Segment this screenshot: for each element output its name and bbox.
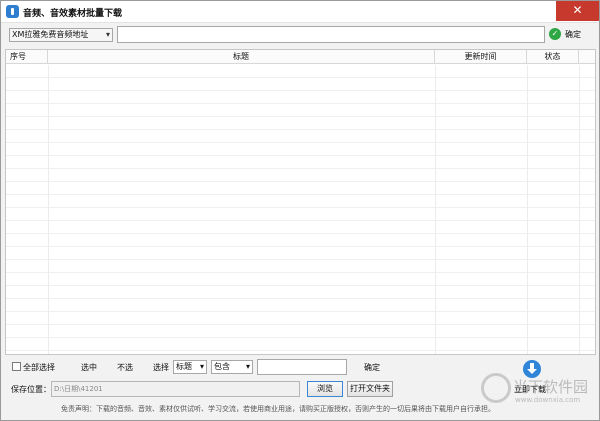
column-divider xyxy=(435,65,436,354)
chevron-down-icon: ▾ xyxy=(199,362,204,371)
table-header: 序号 标题 更新时间 状态 xyxy=(6,50,595,64)
field-select[interactable]: 标题 ▾ xyxy=(173,360,207,374)
source-select[interactable]: XM拉雅免费音频地址 ▾ xyxy=(9,28,113,42)
table-body xyxy=(6,65,595,354)
column-header-status[interactable]: 状态 xyxy=(527,50,579,64)
save-location-label: 保存位置： xyxy=(11,385,51,394)
url-input[interactable] xyxy=(117,26,545,43)
app-window: 音频、音效素材批量下载 ✕ XM拉雅免费音频地址 ▾ ✓ 确定 序号 标题 更新… xyxy=(0,0,600,421)
filter-label: 选择 xyxy=(153,363,169,372)
result-table[interactable]: 序号 标题 更新时间 状态 xyxy=(5,49,596,355)
select-selected-button[interactable]: 选中 xyxy=(81,362,97,373)
confirm-url-button[interactable]: 确定 xyxy=(565,29,581,40)
window-title: 音频、音效素材批量下载 xyxy=(23,9,123,19)
disclaimer-text: 免责声明：下载的音频、音效、素材仅供试听、学习交流，若使用商业用途，请购买正版授… xyxy=(61,405,495,413)
download-now-button[interactable]: 立即下载 xyxy=(514,384,546,395)
check-circle-icon[interactable]: ✓ xyxy=(549,28,561,40)
column-header-updated[interactable]: 更新时间 xyxy=(435,50,527,64)
title-bar: 音频、音效素材批量下载 ✕ xyxy=(1,1,599,23)
select-all-label[interactable]: 全部选择 xyxy=(23,362,55,373)
column-divider xyxy=(579,65,580,354)
browse-button[interactable]: 浏览 xyxy=(307,381,343,397)
filter-confirm-button[interactable]: 确定 xyxy=(364,362,380,373)
save-path-field[interactable]: D:\日期\41201 xyxy=(51,381,300,397)
open-folder-button[interactable]: 打开文件夹 xyxy=(347,381,393,397)
match-select-value: 包含 xyxy=(214,362,230,371)
chevron-down-icon: ▾ xyxy=(105,30,110,39)
column-divider xyxy=(48,65,49,354)
watermark-logo-icon xyxy=(481,373,511,403)
app-logo-icon xyxy=(6,5,19,18)
column-divider xyxy=(527,65,528,354)
download-icon[interactable] xyxy=(523,360,541,378)
keyword-input[interactable] xyxy=(257,359,347,375)
watermark-url: www.downxia.com xyxy=(515,396,581,404)
source-select-value: XM拉雅免费音频地址 xyxy=(12,30,89,39)
deselect-button[interactable]: 不选 xyxy=(117,362,133,373)
column-header-index[interactable]: 序号 xyxy=(6,50,48,64)
select-all-checkbox[interactable] xyxy=(12,362,21,371)
match-select[interactable]: 包含 ▾ xyxy=(211,360,253,374)
close-button[interactable]: ✕ xyxy=(556,1,599,21)
field-select-value: 标题 xyxy=(176,362,192,371)
column-header-title[interactable]: 标题 xyxy=(48,50,435,64)
chevron-down-icon: ▾ xyxy=(245,362,250,371)
